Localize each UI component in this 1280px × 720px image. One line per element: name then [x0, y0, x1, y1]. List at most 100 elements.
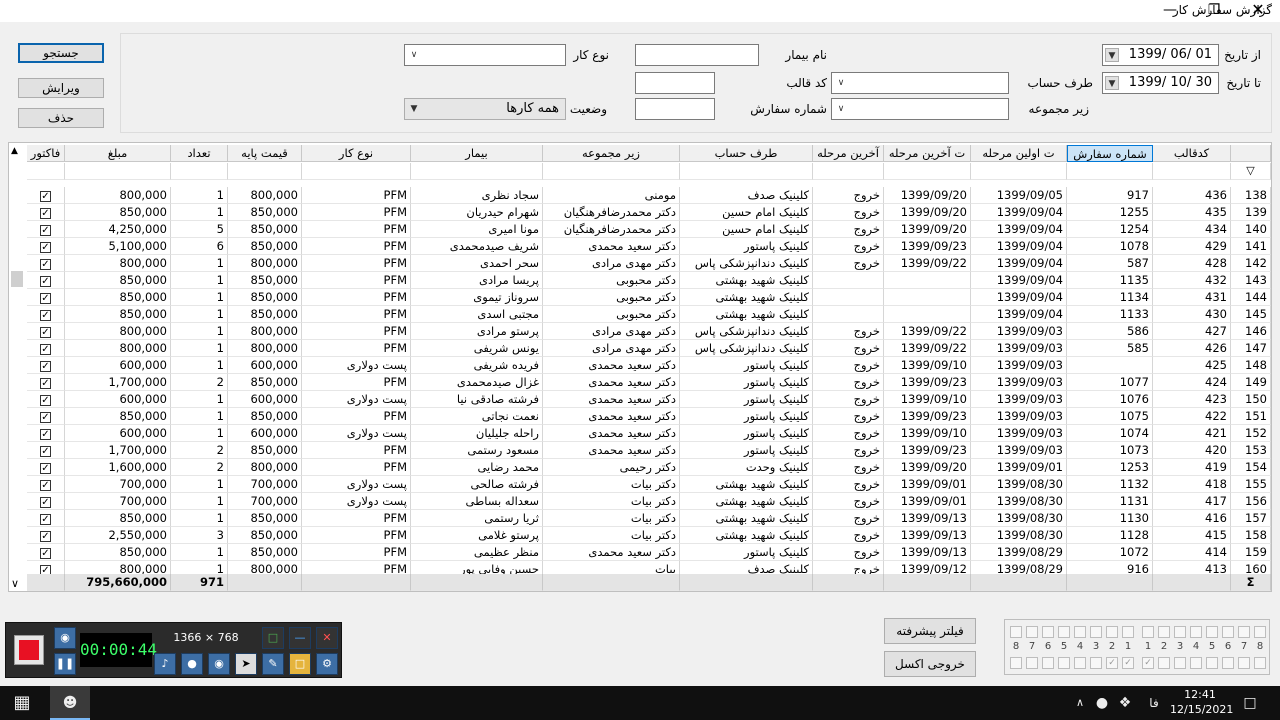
close-icon[interactable]: ✕ — [316, 627, 338, 649]
column-toggle-box[interactable] — [1190, 657, 1202, 669]
checkbox-checked-icon[interactable]: ✓ — [40, 191, 51, 202]
table-row[interactable]: ✓ 700,000 1 700,000 پست دولاری فرشته صالحی دکت… — [9, 476, 1271, 493]
filter-cell-last-stage-date[interactable] — [884, 163, 971, 180]
table-row[interactable]: ✓ 2,550,000 3 850,000 PFM پرستو غلامی دکتر بیا… — [9, 527, 1271, 544]
table-row[interactable]: ✓ 1,700,000 2 850,000 PFM مسعود رستمی دکتر سعی… — [9, 442, 1271, 459]
column-toggle-box[interactable]: ✓ — [1142, 657, 1154, 669]
column-toggle-box[interactable] — [1222, 657, 1234, 669]
chevron-down-icon[interactable]: ▼ — [407, 102, 421, 116]
invoice-checkbox[interactable]: ✓ — [27, 340, 65, 357]
minimize-button[interactable]: — — [1148, 0, 1192, 22]
checkbox-checked-icon[interactable]: ✓ — [40, 225, 51, 236]
microphone-icon[interactable]: ● — [1094, 686, 1110, 720]
checkbox-checked-icon[interactable]: ✓ — [40, 463, 51, 474]
speaker-icon[interactable]: ♪ — [154, 653, 176, 675]
column-toggle-box[interactable] — [1026, 626, 1038, 638]
mold-code-input[interactable] — [635, 72, 715, 94]
column-toggle-box[interactable] — [1142, 626, 1154, 638]
chevron-down-icon[interactable]: ∨ — [834, 102, 848, 116]
filter-cell-amount[interactable] — [65, 163, 171, 180]
column-header-amount[interactable]: مبلغ — [65, 145, 171, 162]
column-header-last-stage-date[interactable]: ت آخرین مرحله — [884, 145, 971, 162]
column-header-base-price[interactable]: قیمت پایه — [228, 145, 302, 162]
column-toggle-box[interactable] — [1206, 657, 1218, 669]
filter-cell-patient[interactable] — [411, 163, 543, 180]
region-icon[interactable]: □ — [262, 627, 284, 649]
close-button[interactable]: ✕ — [1236, 0, 1280, 22]
column-toggle-box[interactable] — [1158, 657, 1170, 669]
filter-cell-row-number[interactable]: ▽ — [1231, 163, 1271, 180]
checkbox-checked-icon[interactable]: ✓ — [40, 310, 51, 321]
maximize-button[interactable]: ❐ — [1192, 0, 1236, 22]
column-toggle-box[interactable]: ✓ — [1106, 657, 1118, 669]
column-header-invoice[interactable]: فاکتور — [27, 145, 65, 162]
table-row[interactable]: ✓ 1,600,000 2 800,000 PFM محمد رضایی دکتر رحیم… — [9, 459, 1271, 476]
windows-start-icon[interactable]: ▦ — [8, 686, 36, 720]
column-toggle-box[interactable] — [1090, 657, 1102, 669]
invoice-checkbox[interactable]: ✓ — [27, 493, 65, 510]
column-header-account-party[interactable]: طرف حساب — [680, 145, 813, 162]
checkbox-checked-icon[interactable]: ✓ — [40, 344, 51, 355]
notification-icon[interactable]: □ — [1238, 686, 1262, 720]
checkbox-checked-icon[interactable]: ✓ — [40, 412, 51, 423]
checkbox-checked-icon[interactable]: ✓ — [40, 242, 51, 253]
advanced-filter-button[interactable]: فیلتر پیشرفته — [884, 618, 976, 644]
invoice-checkbox[interactable]: ✓ — [27, 544, 65, 561]
to-date-picker[interactable]: ▼ 1399/ 10/ 30 — [1102, 72, 1219, 94]
grid-filter-row[interactable]: ▽ — [9, 163, 1271, 180]
column-toggle-box[interactable] — [1042, 657, 1054, 669]
pause-icon[interactable]: ❚❚ — [54, 653, 76, 675]
table-row[interactable]: ✓ 5,100,000 6 850,000 PFM شریف صیدمحمدی دکتر س… — [9, 238, 1271, 255]
column-header-count[interactable]: تعداد — [171, 145, 228, 162]
delete-button[interactable]: حذف — [18, 108, 104, 128]
column-toggle-box[interactable] — [1158, 626, 1170, 638]
filter-cell-mold-code[interactable] — [1153, 163, 1231, 180]
column-toggle-box[interactable] — [1010, 657, 1022, 669]
app-taskbar-icon[interactable]: ☻ — [50, 686, 90, 720]
invoice-checkbox[interactable]: ✓ — [27, 238, 65, 255]
chevron-down-icon[interactable]: ▼ — [1105, 48, 1119, 62]
minimize-icon[interactable]: — — [289, 627, 311, 649]
checkbox-checked-icon[interactable]: ✓ — [40, 276, 51, 287]
checkbox-checked-icon[interactable]: ✓ — [40, 361, 51, 372]
from-date-picker[interactable]: ▼ 1399/ 06/ 01 — [1102, 44, 1219, 66]
column-toggle-box[interactable]: ✓ — [1122, 657, 1134, 669]
subgroup-select[interactable]: ∨ — [831, 98, 1009, 120]
checkbox-checked-icon[interactable]: ✓ — [40, 429, 51, 440]
checkbox-checked-icon[interactable]: ✓ — [40, 514, 51, 525]
chevron-down-icon[interactable]: ∨ — [407, 48, 421, 62]
checkbox-checked-icon[interactable]: ✓ — [40, 378, 51, 389]
filter-cell-subgroup[interactable] — [543, 163, 680, 180]
scroll-up-icon[interactable]: ▲ — [11, 146, 18, 156]
filter-cell-base-price[interactable] — [228, 163, 302, 180]
stop-button[interactable] — [14, 635, 44, 665]
column-toggle-box[interactable] — [1174, 626, 1186, 638]
table-row[interactable]: ✓ 850,000 1 850,000 PFM منظر عظیمی دکتر سعید م… — [9, 544, 1271, 561]
filter-cell-account-party[interactable] — [680, 163, 813, 180]
invoice-checkbox[interactable]: ✓ — [27, 442, 65, 459]
table-row[interactable]: ✓ 800,000 1 800,000 PFM پرستو مرادی دکتر مهدی … — [9, 323, 1271, 340]
table-row[interactable]: ✓ 850,000 1 850,000 PFM شهرام حیدریان دکتر محم… — [9, 204, 1271, 221]
excel-export-button[interactable]: خروجی اکسل — [884, 651, 976, 677]
invoice-checkbox[interactable]: ✓ — [27, 323, 65, 340]
language-indicator[interactable]: فا — [1144, 686, 1164, 720]
invoice-checkbox[interactable]: ✓ — [27, 289, 65, 306]
filter-cell-last-stage[interactable] — [813, 163, 884, 180]
checkbox-checked-icon[interactable]: ✓ — [40, 208, 51, 219]
table-row[interactable]: ✓ 600,000 1 600,000 پست دولاری راحله جلیلیان د… — [9, 425, 1271, 442]
checkbox-checked-icon[interactable]: ✓ — [40, 259, 51, 270]
invoice-checkbox[interactable]: ✓ — [27, 527, 65, 544]
scroll-down-icon[interactable]: ∨ — [11, 577, 19, 590]
invoice-checkbox[interactable]: ✓ — [27, 459, 65, 476]
webcam-icon[interactable]: ◉ — [208, 653, 230, 675]
table-row[interactable]: ✓ 850,000 1 850,000 PFM ثریا رستمی دکتر بیات کل… — [9, 510, 1271, 527]
status-select[interactable]: ▼ همه کارها — [404, 98, 566, 120]
table-row[interactable]: ✓ 4,250,000 5 850,000 PFM مونا امیری دکتر محمد… — [9, 221, 1271, 238]
dropbox-icon[interactable]: ❖ — [1116, 686, 1134, 720]
filter-cell-order-no[interactable] — [1067, 163, 1153, 180]
column-toggle-box[interactable] — [1238, 657, 1250, 669]
cursor-icon[interactable]: ➤ — [235, 653, 257, 675]
pen-icon[interactable]: ✎ — [262, 653, 284, 675]
table-row[interactable]: ✓ 800,000 1 800,000 PFM سجاد نظری مومنی کلینیک … — [9, 187, 1271, 204]
checkbox-checked-icon[interactable]: ✓ — [40, 327, 51, 338]
